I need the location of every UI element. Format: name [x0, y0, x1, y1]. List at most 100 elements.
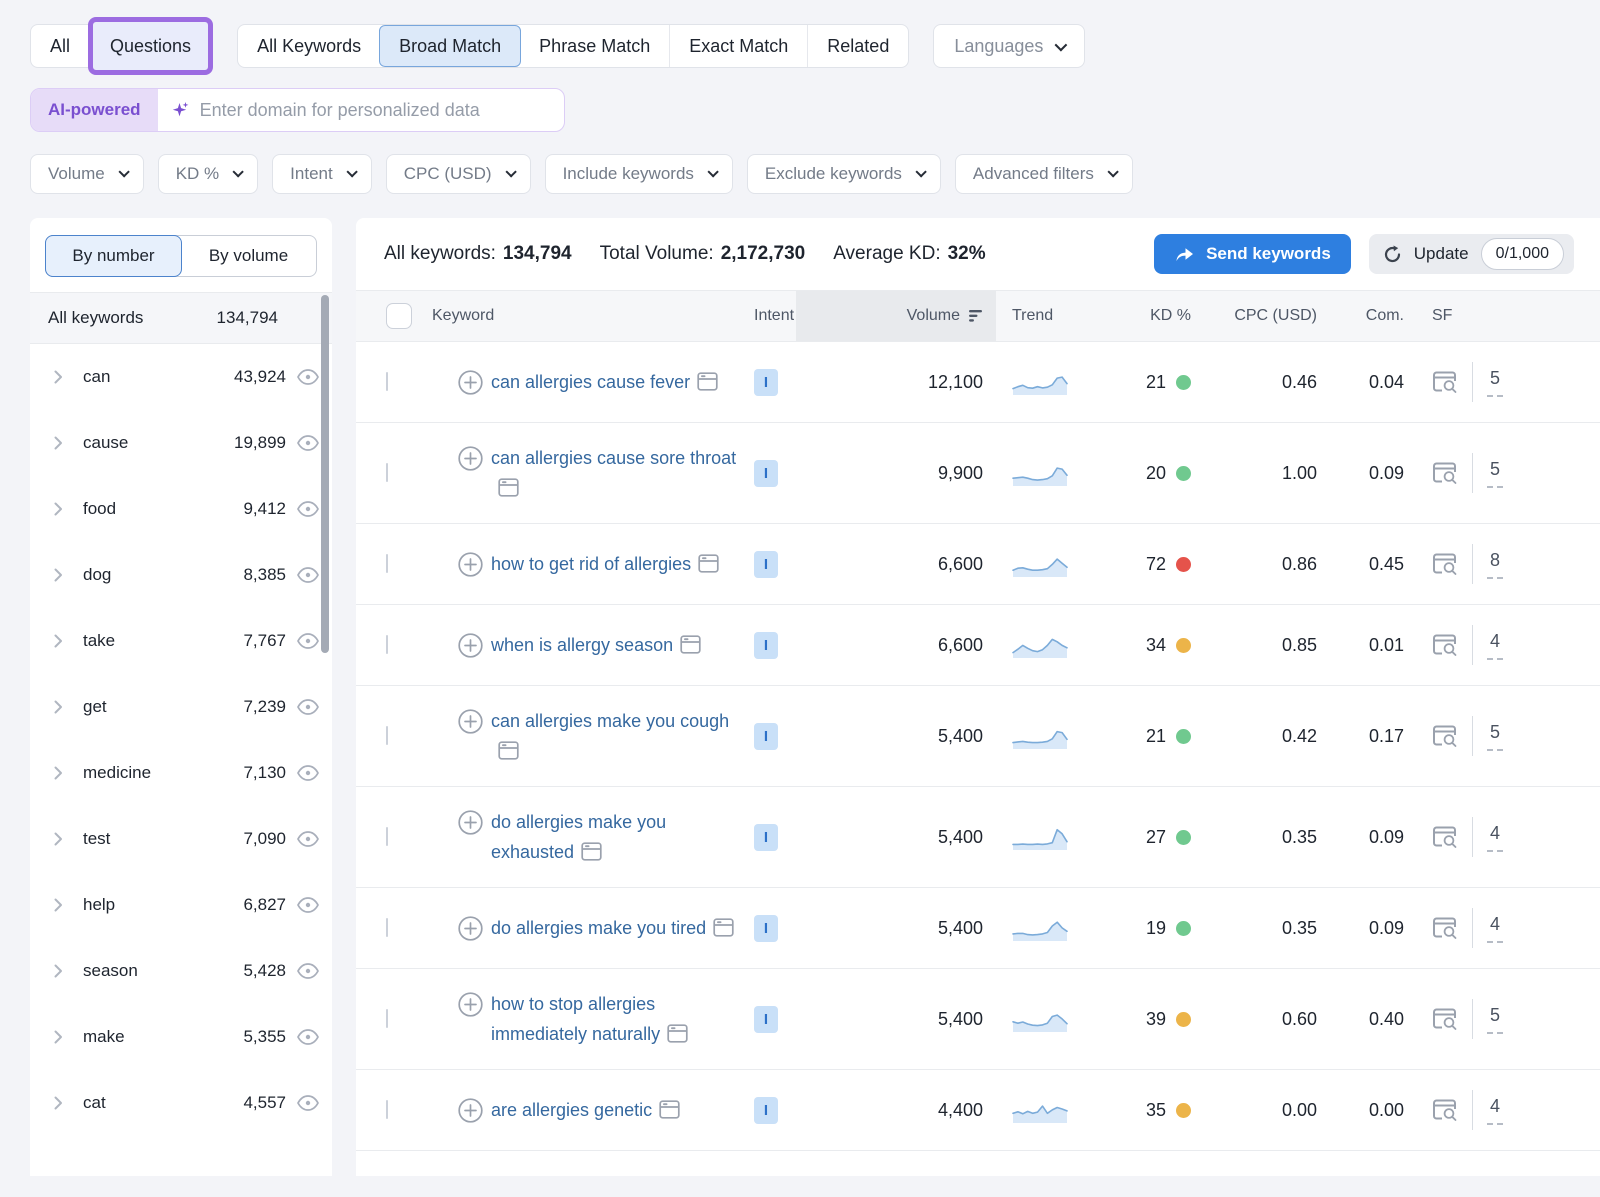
- languages-dropdown[interactable]: Languages: [933, 24, 1085, 68]
- row-checkbox[interactable]: [386, 372, 388, 391]
- keyword-group-item[interactable]: take 7,767: [30, 608, 332, 674]
- serp-features-icon[interactable]: [1432, 1099, 1458, 1122]
- column-header-kd[interactable]: KD %: [1091, 291, 1201, 341]
- keyword-group-item[interactable]: cat 4,557: [30, 1070, 332, 1136]
- filter-dropdown[interactable]: KD %: [158, 154, 258, 194]
- serp-features-icon[interactable]: [1432, 462, 1458, 485]
- add-keyword-icon[interactable]: [458, 1098, 483, 1123]
- filter-dropdown[interactable]: Advanced filters: [955, 154, 1133, 194]
- serp-features-icon[interactable]: [1432, 826, 1458, 849]
- filter-dropdown[interactable]: Exclude keywords: [747, 154, 941, 194]
- keyword-link[interactable]: can allergies cause fever: [491, 372, 690, 392]
- select-all-checkbox[interactable]: [386, 303, 412, 329]
- serp-preview-icon[interactable]: [581, 842, 602, 861]
- sidebar-scrollbar[interactable]: [321, 295, 329, 653]
- keyword-group-item[interactable]: season 5,428: [30, 938, 332, 1004]
- intent-badge[interactable]: I: [754, 723, 778, 750]
- sf-count-link[interactable]: 5: [1487, 368, 1503, 397]
- add-keyword-icon[interactable]: [458, 992, 483, 1017]
- row-checkbox[interactable]: [386, 827, 388, 846]
- add-keyword-icon[interactable]: [458, 370, 483, 395]
- keyword-group-item[interactable]: dog 8,385: [30, 542, 332, 608]
- serp-preview-icon[interactable]: [713, 918, 734, 937]
- serp-preview-icon[interactable]: [667, 1024, 688, 1043]
- add-keyword-icon[interactable]: [458, 709, 483, 734]
- serp-preview-icon[interactable]: [697, 372, 718, 391]
- serp-features-icon[interactable]: [1432, 917, 1458, 940]
- keyword-link[interactable]: can allergies make you cough: [491, 711, 729, 731]
- row-checkbox[interactable]: [386, 1100, 388, 1119]
- add-keyword-icon[interactable]: [458, 810, 483, 835]
- eye-icon[interactable]: [296, 831, 320, 847]
- serp-preview-icon[interactable]: [498, 741, 519, 760]
- eye-icon[interactable]: [296, 1095, 320, 1111]
- keyword-link[interactable]: do allergies make you tired: [491, 918, 706, 938]
- column-header-trend[interactable]: Trend: [996, 291, 1091, 341]
- eye-icon[interactable]: [296, 1029, 320, 1045]
- eye-icon[interactable]: [296, 501, 320, 517]
- serp-features-icon[interactable]: [1432, 634, 1458, 657]
- sf-count-link[interactable]: 4: [1487, 631, 1503, 660]
- update-button[interactable]: Update 0/1,000: [1369, 234, 1574, 274]
- intent-badge[interactable]: I: [754, 632, 778, 659]
- sort-by-volume-button[interactable]: By volume: [181, 236, 316, 276]
- keyword-link[interactable]: how to stop allergies immediately natura…: [491, 994, 660, 1044]
- eye-icon[interactable]: [296, 699, 320, 715]
- sf-count-link[interactable]: 4: [1487, 1096, 1503, 1125]
- serp-features-icon[interactable]: [1432, 1008, 1458, 1031]
- eye-icon[interactable]: [296, 633, 320, 649]
- eye-icon[interactable]: [296, 765, 320, 781]
- keyword-group-item[interactable]: test 7,090: [30, 806, 332, 872]
- intent-badge[interactable]: I: [754, 369, 778, 396]
- add-keyword-icon[interactable]: [458, 446, 483, 471]
- column-header-keyword[interactable]: Keyword: [418, 291, 748, 341]
- tab-match-type[interactable]: Broad Match: [379, 25, 521, 67]
- serp-preview-icon[interactable]: [680, 635, 701, 654]
- tab-match-type[interactable]: Related: [807, 25, 908, 67]
- keyword-link[interactable]: when is allergy season: [491, 635, 673, 655]
- serp-features-icon[interactable]: [1432, 553, 1458, 576]
- eye-icon[interactable]: [296, 963, 320, 979]
- keyword-link[interactable]: can allergies cause sore throat: [491, 448, 736, 468]
- keyword-group-item[interactable]: medicine 7,130: [30, 740, 332, 806]
- tab-question-filter[interactable]: Questions: [88, 17, 213, 75]
- keyword-group-item[interactable]: help 6,827: [30, 872, 332, 938]
- row-checkbox[interactable]: [386, 918, 388, 937]
- row-checkbox[interactable]: [386, 726, 388, 745]
- sf-count-link[interactable]: 4: [1487, 823, 1503, 852]
- sort-by-number-button[interactable]: By number: [45, 235, 182, 277]
- domain-input[interactable]: [200, 100, 550, 121]
- filter-dropdown[interactable]: Volume: [30, 154, 144, 194]
- tab-match-type[interactable]: All Keywords: [238, 25, 380, 67]
- keyword-group-item[interactable]: food 9,412: [30, 476, 332, 542]
- keyword-link[interactable]: are allergies genetic: [491, 1100, 652, 1120]
- serp-features-icon[interactable]: [1432, 371, 1458, 394]
- intent-badge[interactable]: I: [754, 1006, 778, 1033]
- eye-icon[interactable]: [296, 897, 320, 913]
- row-checkbox[interactable]: [386, 554, 388, 573]
- row-checkbox[interactable]: [386, 463, 388, 482]
- all-keywords-row[interactable]: All keywords 134,794: [30, 292, 332, 344]
- send-keywords-button[interactable]: Send keywords: [1154, 234, 1351, 274]
- serp-preview-icon[interactable]: [659, 1100, 680, 1119]
- intent-badge[interactable]: I: [754, 551, 778, 578]
- keyword-group-item[interactable]: get 7,239: [30, 674, 332, 740]
- intent-badge[interactable]: I: [754, 824, 778, 851]
- keyword-group-item[interactable]: cause 19,899: [30, 410, 332, 476]
- keyword-link[interactable]: how to get rid of allergies: [491, 554, 691, 574]
- sf-count-link[interactable]: 5: [1487, 722, 1503, 751]
- add-keyword-icon[interactable]: [458, 633, 483, 658]
- keyword-group-item[interactable]: make 5,355: [30, 1004, 332, 1070]
- column-header-volume[interactable]: Volume: [796, 291, 996, 341]
- row-checkbox[interactable]: [386, 1009, 388, 1028]
- row-checkbox[interactable]: [386, 635, 388, 654]
- sf-count-link[interactable]: 5: [1487, 1005, 1503, 1034]
- serp-features-icon[interactable]: [1432, 725, 1458, 748]
- column-header-sf[interactable]: SF: [1406, 291, 1600, 341]
- intent-badge[interactable]: I: [754, 1097, 778, 1124]
- column-header-com[interactable]: Com.: [1321, 291, 1406, 341]
- add-keyword-icon[interactable]: [458, 552, 483, 577]
- intent-badge[interactable]: I: [754, 915, 778, 942]
- intent-badge[interactable]: I: [754, 460, 778, 487]
- serp-preview-icon[interactable]: [698, 554, 719, 573]
